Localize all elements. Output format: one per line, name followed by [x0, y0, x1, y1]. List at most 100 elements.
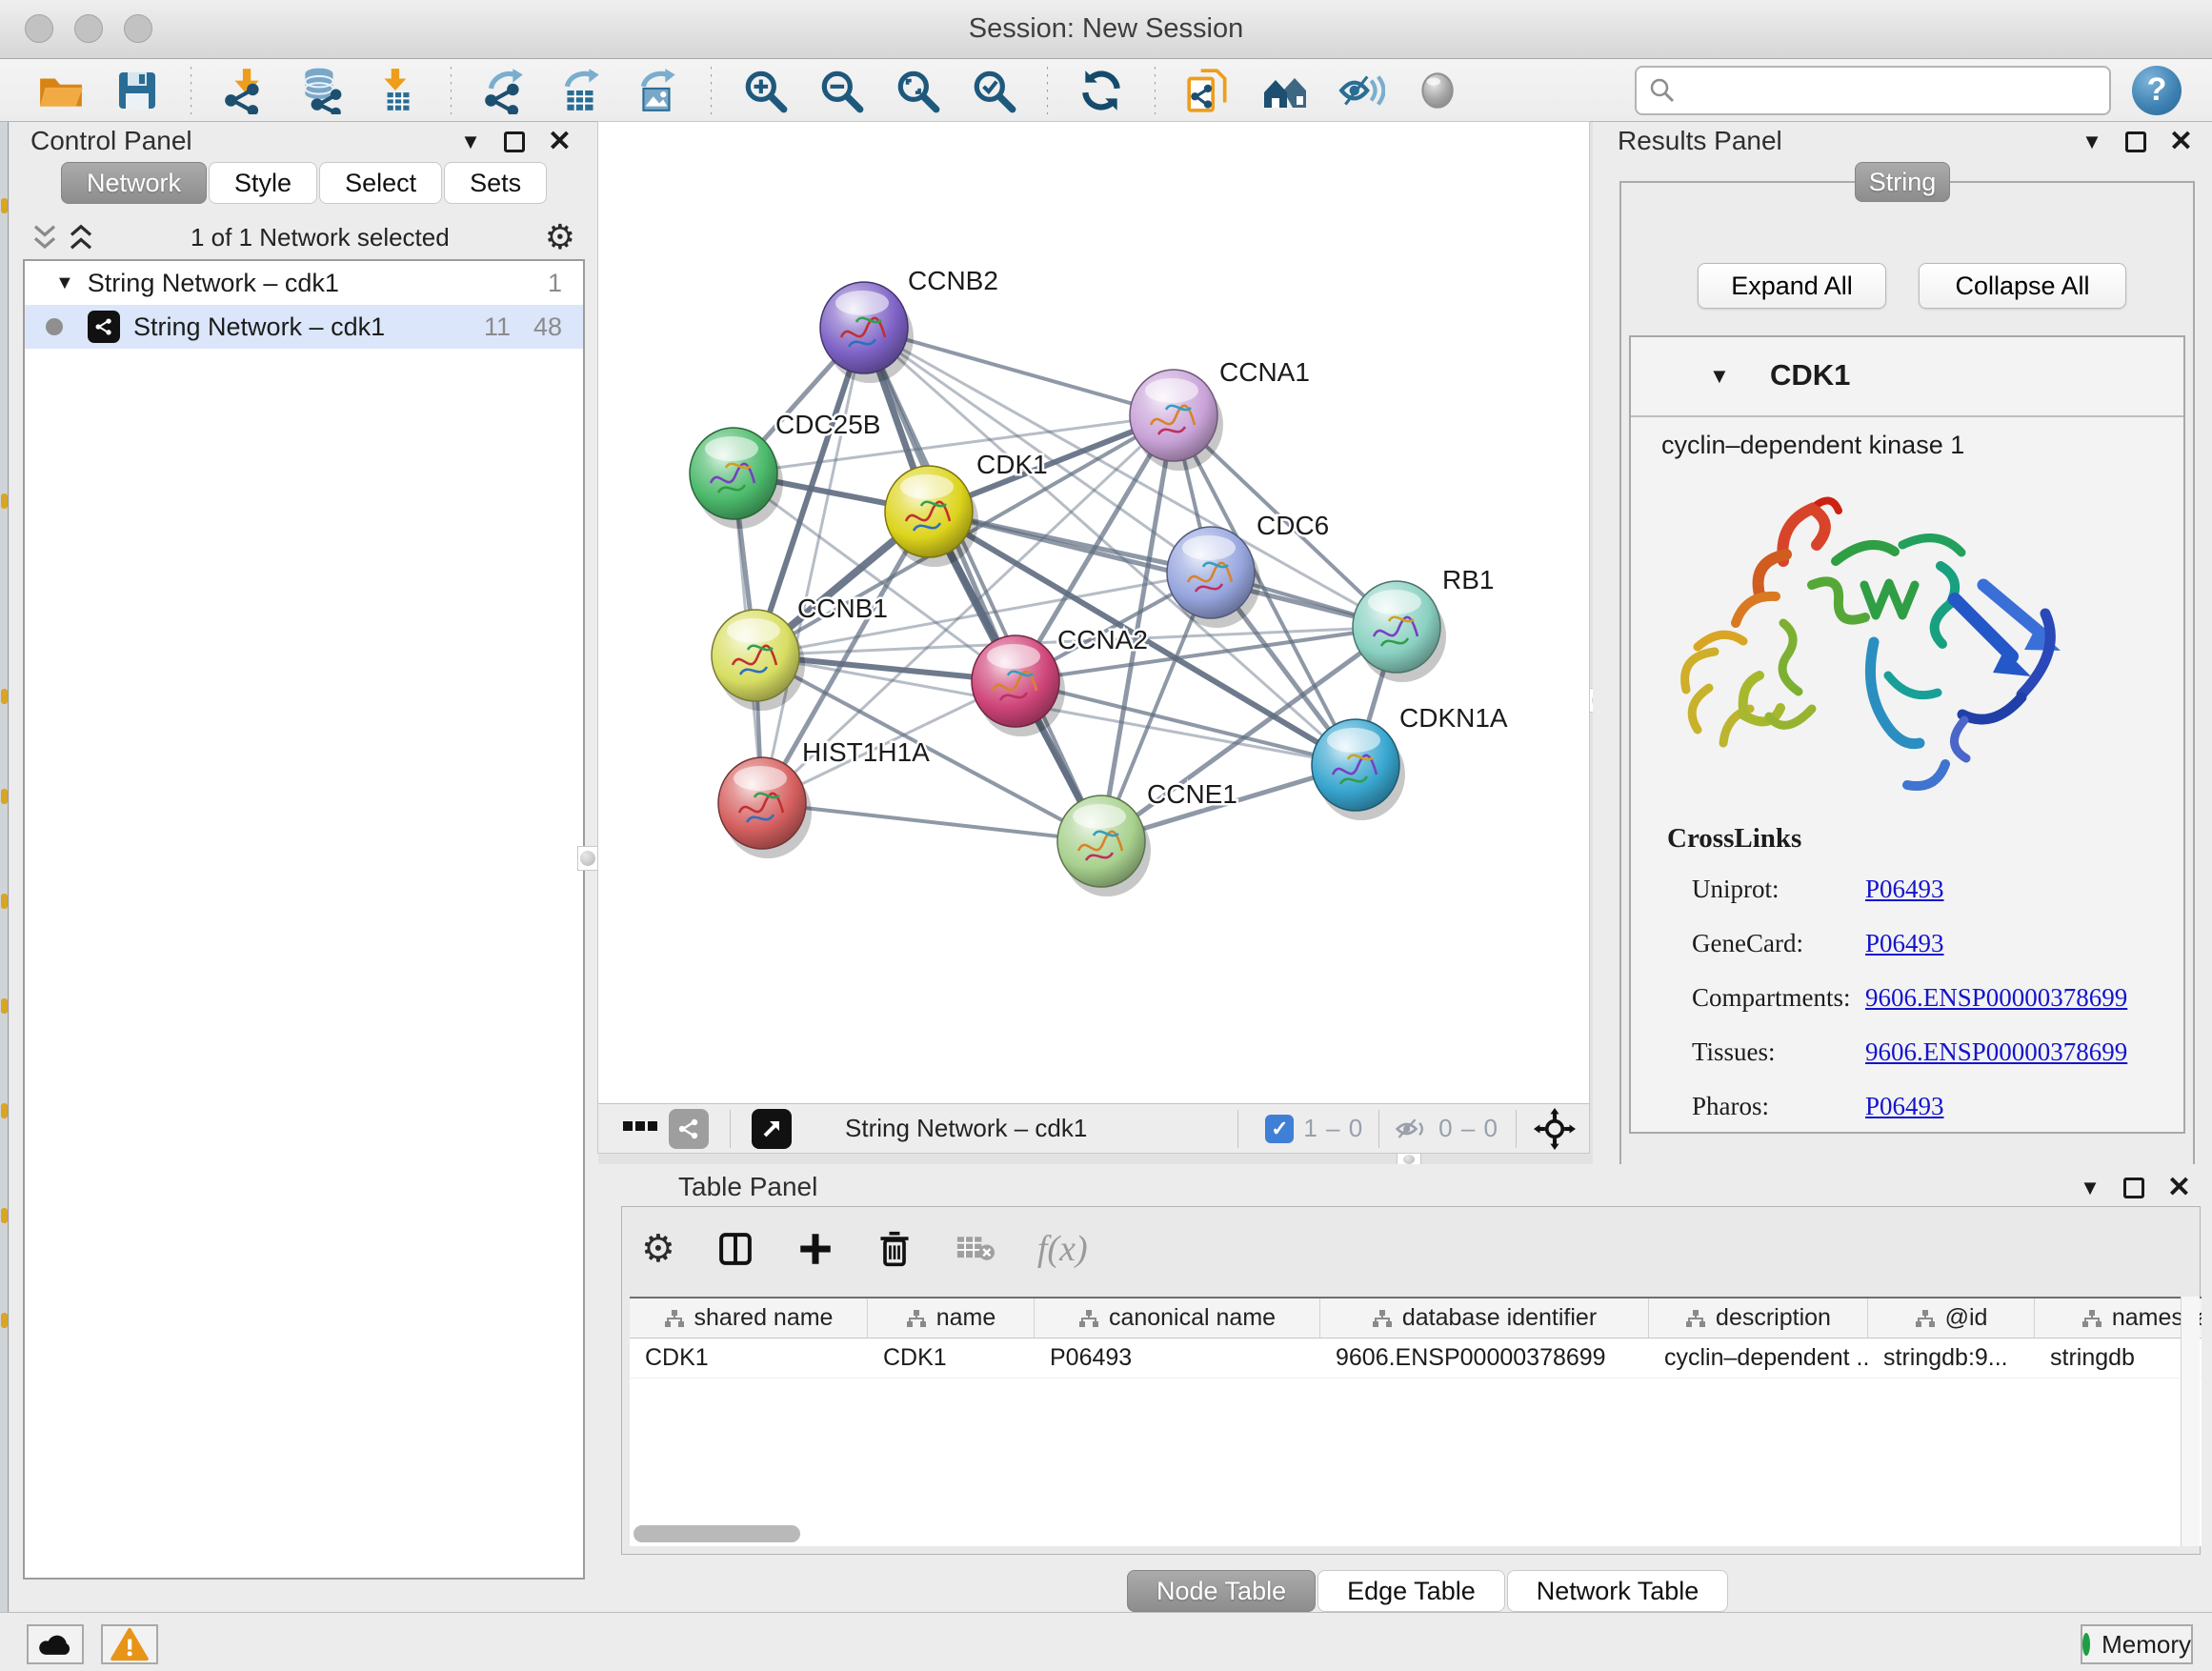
hide-labels-button[interactable]: [1337, 66, 1386, 115]
toolbar-separator: [1047, 67, 1048, 114]
copy-network-icon: [1185, 67, 1233, 114]
crosslinks-title: CrossLinks: [1667, 823, 1801, 855]
inactive-view-button[interactable]: [1413, 66, 1462, 115]
panel-menu-icon[interactable]: ▼: [2081, 131, 2102, 152]
float-panel-icon[interactable]: [504, 131, 525, 152]
crosslink-row: Pharos:P06493: [1692, 1092, 1769, 1121]
network-edge[interactable]: [762, 328, 864, 803]
expand-all-tree-icon[interactable]: [67, 223, 95, 252]
import-network-database-button[interactable]: [296, 66, 346, 115]
apply-layout-button[interactable]: [1076, 66, 1126, 115]
network-node-CDK1[interactable]: CDK1: [885, 450, 1048, 567]
tab-style[interactable]: Style: [209, 162, 317, 204]
tab-network-table[interactable]: Network Table: [1507, 1570, 1729, 1612]
open-session-button[interactable]: [36, 66, 86, 115]
collapse-entry-icon[interactable]: ▼: [1709, 364, 1730, 389]
network-node-CDKN1A[interactable]: CDKN1A: [1312, 703, 1508, 820]
tab-network[interactable]: Network: [61, 162, 207, 204]
hidden-eye-icon[interactable]: [1395, 1115, 1429, 1143]
tab-sets[interactable]: Sets: [444, 162, 547, 204]
tree-expand-icon[interactable]: ▼: [55, 272, 74, 294]
expand-all-button[interactable]: Expand All: [1698, 263, 1886, 309]
crosslink-row: Uniprot:P06493: [1692, 875, 1780, 904]
crosslink-link[interactable]: 9606.ENSP00000378699: [1865, 1037, 2127, 1067]
gene-card-header[interactable]: ▼ CDK1: [1631, 337, 2183, 417]
warning-status-button[interactable]: [101, 1624, 158, 1664]
collapse-all-button[interactable]: Collapse All: [1919, 263, 2126, 309]
collapse-all-tree-icon[interactable]: [30, 223, 59, 252]
export-image-button[interactable]: [633, 66, 682, 115]
import-network-file-button[interactable]: [220, 66, 270, 115]
network-node-HIST1H1A[interactable]: HIST1H1A: [718, 737, 930, 858]
network-node-CCNE1[interactable]: CCNE1: [1057, 779, 1237, 896]
network-collection-row[interactable]: ▼ String Network – cdk1 1: [25, 261, 583, 305]
help-button[interactable]: ?: [2132, 66, 2182, 115]
delete-table-icon[interactable]: [954, 1230, 997, 1268]
network-options-gear-icon[interactable]: ⚙: [545, 218, 575, 257]
clone-network-button[interactable]: [1184, 66, 1234, 115]
close-panel-icon[interactable]: ✕: [548, 128, 572, 156]
table-vertical-scrollbar[interactable]: [2181, 1297, 2200, 1546]
grid-view-icon[interactable]: [623, 1121, 657, 1137]
column-header-database-identifier[interactable]: database identifier: [1320, 1299, 1649, 1338]
network-view-title: String Network – cdk1: [845, 1114, 1087, 1143]
table-options-gear-icon[interactable]: ⚙: [641, 1227, 675, 1271]
search-input[interactable]: [1686, 75, 2098, 105]
column-header-name[interactable]: name: [868, 1299, 1035, 1338]
network-node-CDC6[interactable]: CDC6: [1167, 511, 1329, 628]
node-table[interactable]: shared namenamecanonical namedatabase id…: [630, 1297, 2202, 1546]
results-panel: Results Panel ▼ ✕ String Expand All Coll…: [1593, 122, 2212, 1164]
delete-column-icon[interactable]: [875, 1228, 914, 1270]
tab-edge-table[interactable]: Edge Table: [1317, 1570, 1505, 1612]
function-builder-icon[interactable]: f(x): [1037, 1228, 1088, 1270]
save-floppy-icon: [114, 68, 160, 113]
zoom-fit-button[interactable]: [893, 66, 942, 115]
tab-select[interactable]: Select: [319, 162, 442, 204]
network-row-selected[interactable]: String Network – cdk1 11 48: [25, 305, 583, 349]
tab-node-table[interactable]: Node Table: [1127, 1570, 1316, 1612]
memory-button[interactable]: Memory: [2081, 1624, 2193, 1664]
crosslink-link[interactable]: 9606.ENSP00000378699: [1865, 983, 2127, 1013]
cloud-status-button[interactable]: [27, 1624, 84, 1664]
create-column-icon[interactable]: [795, 1229, 835, 1269]
search-field[interactable]: [1635, 66, 2111, 115]
column-header-shared-name[interactable]: shared name: [630, 1299, 868, 1338]
crosshair-icon[interactable]: [1534, 1108, 1576, 1150]
close-panel-icon[interactable]: ✕: [2167, 1174, 2191, 1202]
show-panels-button[interactable]: [1260, 66, 1310, 115]
import-table-file-button[interactable]: [372, 66, 422, 115]
network-canvas[interactable]: CCNB2CCNA1CDC25BCDK1CDC6RB1CCNB1CCNA2CDK…: [598, 122, 1589, 1103]
tab-string[interactable]: String: [1855, 162, 1950, 202]
string-view-button[interactable]: [669, 1109, 709, 1149]
close-panel-icon[interactable]: ✕: [2169, 128, 2193, 156]
save-session-button[interactable]: [112, 66, 162, 115]
column-header-description[interactable]: description: [1649, 1299, 1868, 1338]
crosslink-link[interactable]: P06493: [1865, 929, 1944, 958]
column-header-canonical-name[interactable]: canonical name: [1035, 1299, 1320, 1338]
column-header-namespace[interactable]: namespace: [2035, 1299, 2202, 1338]
float-panel-icon[interactable]: [2123, 1178, 2144, 1198]
selected-checkbox-icon[interactable]: ✓: [1265, 1115, 1294, 1143]
network-node-CCNA1[interactable]: CCNA1: [1130, 357, 1310, 471]
zoom-selected-button[interactable]: [969, 66, 1018, 115]
birds-eye-view-button[interactable]: [752, 1109, 792, 1149]
export-network-button[interactable]: [480, 66, 530, 115]
memory-status-dot: [2082, 1633, 2090, 1656]
left-splitter-handle[interactable]: [577, 846, 598, 871]
network-node-RB1[interactable]: RB1: [1353, 565, 1494, 682]
panel-menu-icon[interactable]: ▼: [2080, 1178, 2101, 1198]
zoom-in-button[interactable]: [740, 66, 790, 115]
export-table-button[interactable]: [556, 66, 606, 115]
network-node-CCNB2[interactable]: CCNB2: [820, 266, 998, 383]
zoom-out-button[interactable]: [816, 66, 866, 115]
network-edge[interactable]: [762, 803, 1101, 841]
float-panel-icon[interactable]: [2125, 131, 2146, 152]
zoom-fit-icon: [894, 67, 941, 114]
crosslink-link[interactable]: P06493: [1865, 1092, 1944, 1121]
crosslink-link[interactable]: P06493: [1865, 875, 1944, 904]
table-horizontal-scrollbar[interactable]: [633, 1525, 800, 1542]
column-header-@id[interactable]: @id: [1868, 1299, 2035, 1338]
table-row[interactable]: CDK1CDK1P064939606.ENSP00000378699cyclin…: [630, 1339, 2202, 1379]
show-columns-icon[interactable]: [715, 1229, 755, 1269]
panel-menu-icon[interactable]: ▼: [460, 131, 481, 152]
